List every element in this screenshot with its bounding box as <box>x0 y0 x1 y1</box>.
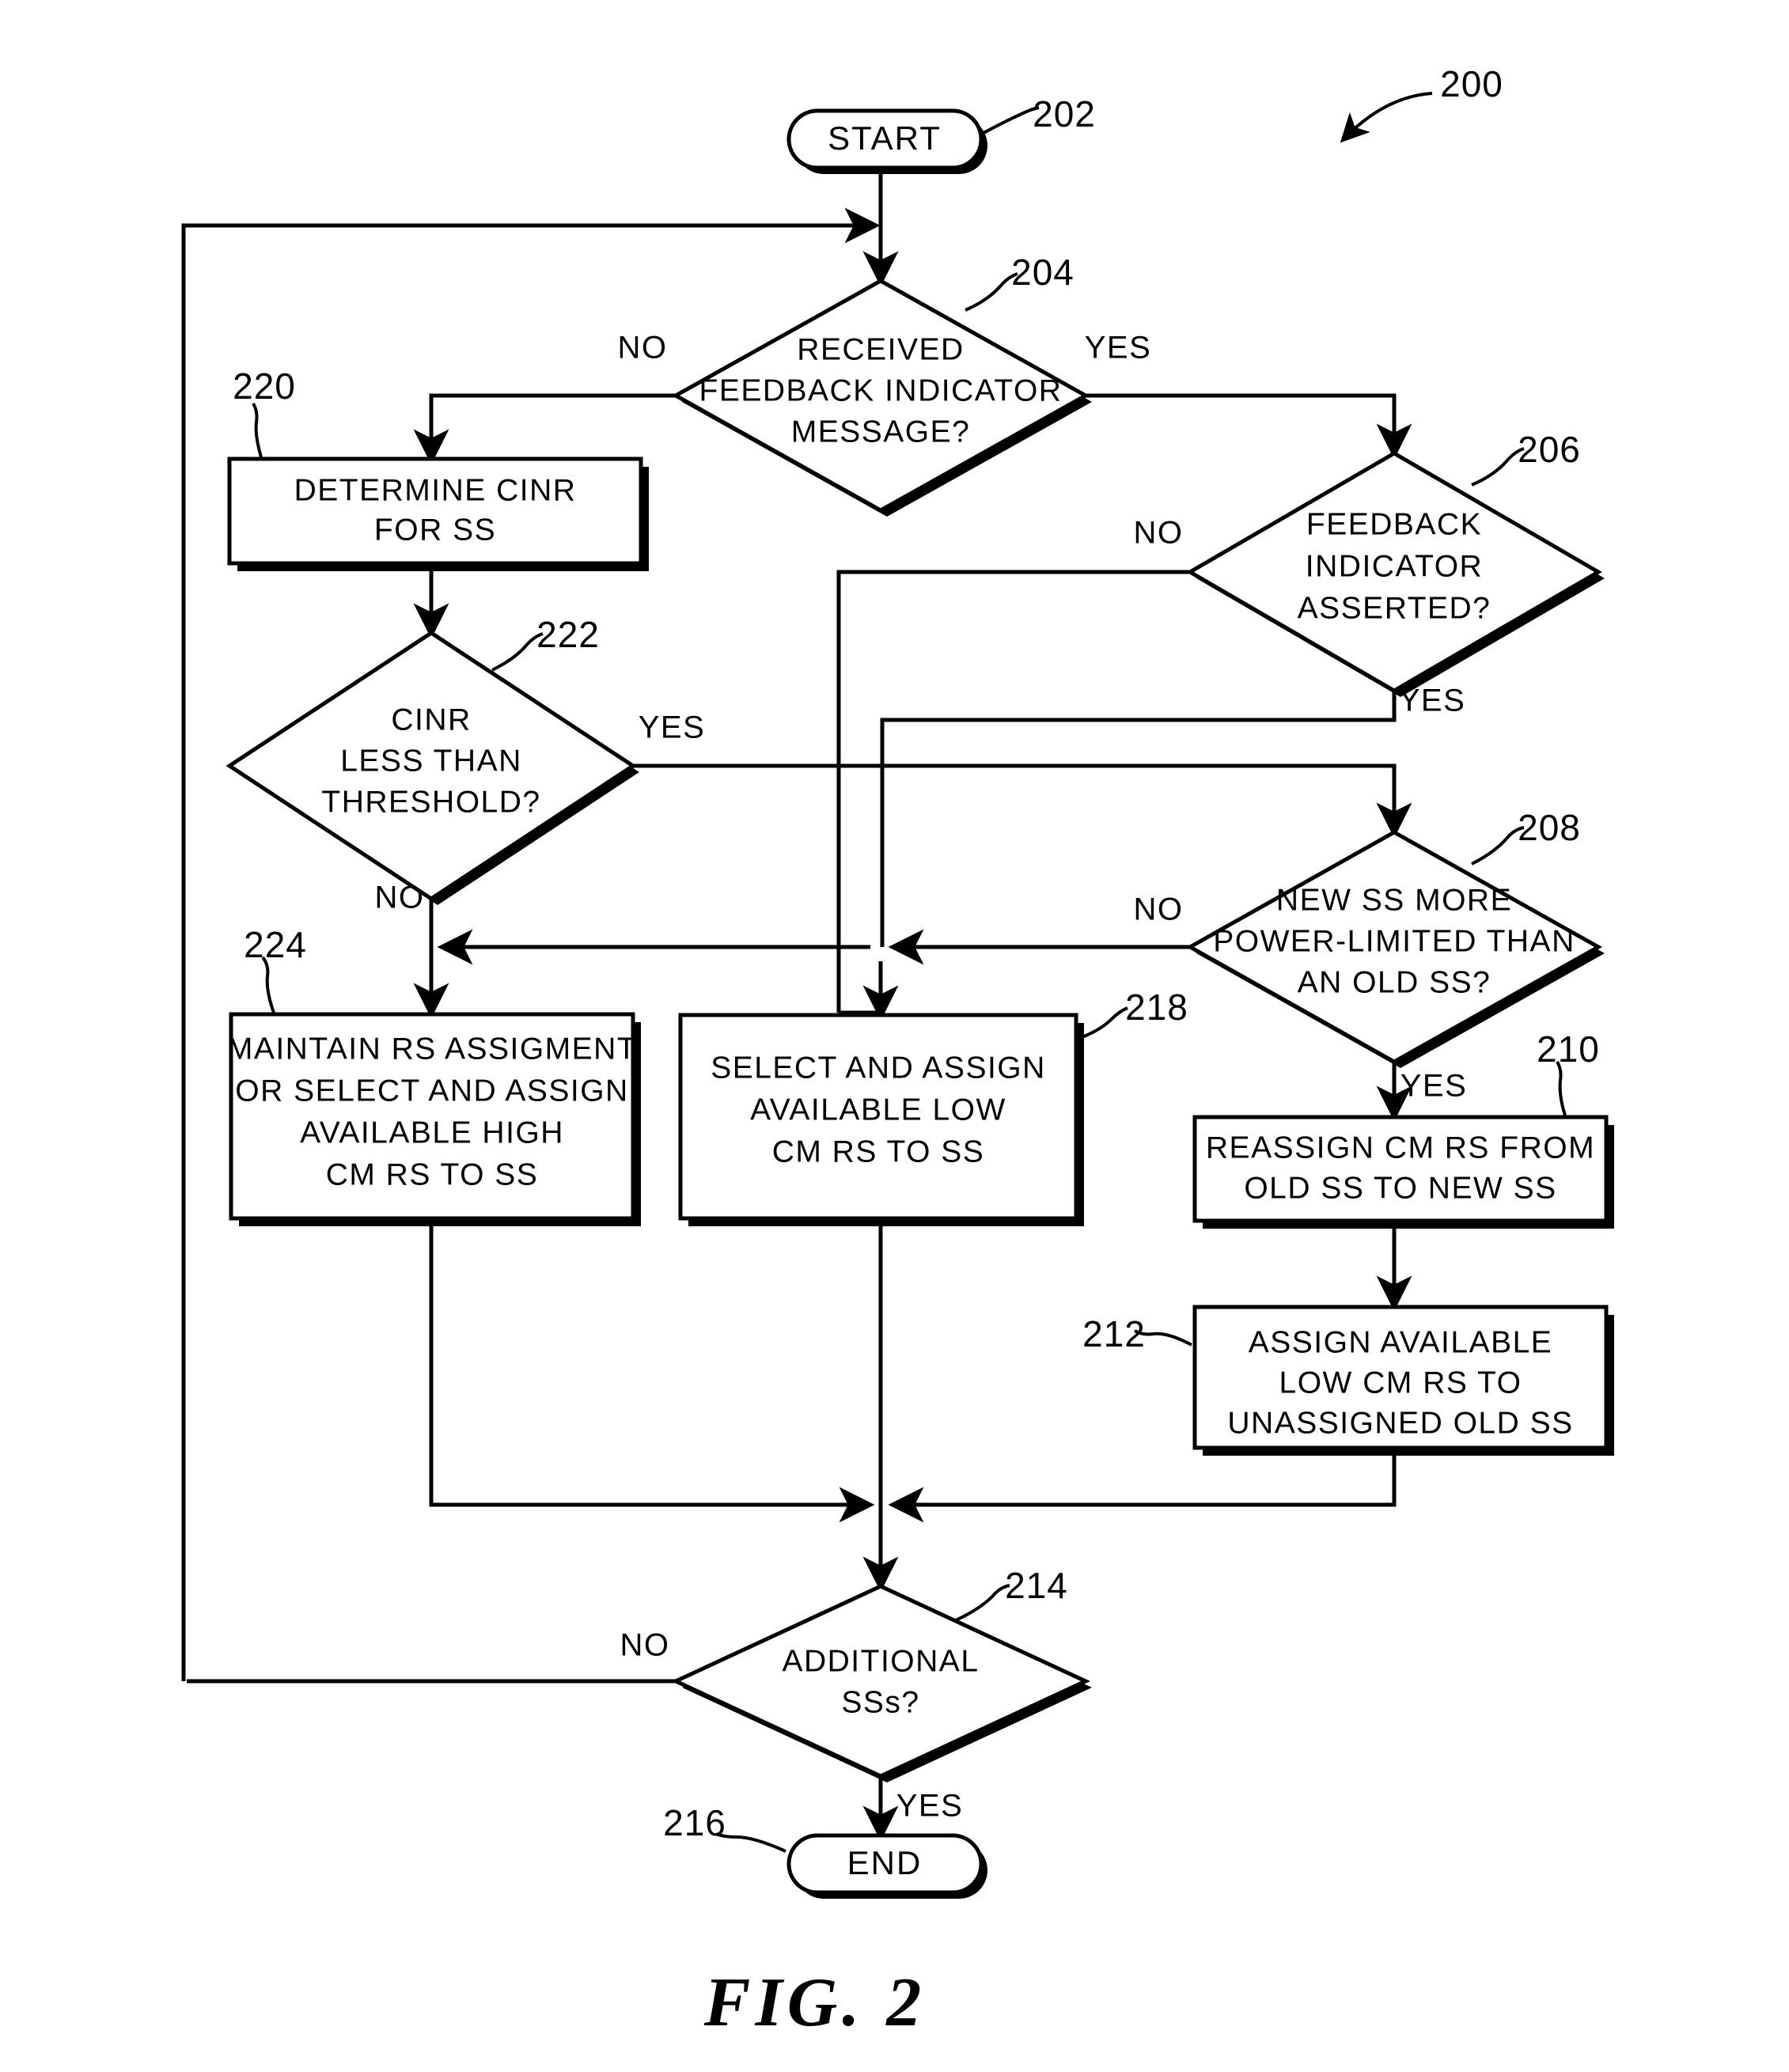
d208-line-3: AN OLD SS? <box>1298 965 1491 999</box>
ref-204: 204 <box>1011 252 1075 293</box>
d206-line-3: ASSERTED? <box>1298 591 1491 625</box>
ref-212: 212 <box>1082 1313 1146 1354</box>
p210-line-1: REASSIGN CM RS FROM <box>1206 1131 1595 1165</box>
p212-line-2: LOW CM RS TO <box>1279 1366 1522 1400</box>
node-process-210[interactable]: REASSIGN CM RS FROM OLD SS TO NEW SS <box>1192 1115 1614 1229</box>
d208-line-2: POWER-LIMITED THAN <box>1213 924 1575 958</box>
p224-line-3: AVAILABLE HIGH <box>300 1116 564 1150</box>
node-end-216[interactable]: END <box>786 1833 987 1899</box>
d204-line-1: RECEIVED <box>797 332 964 366</box>
node-start-202[interactable]: START <box>786 108 987 174</box>
ref-216: 216 <box>663 1802 726 1843</box>
ref-214: 214 <box>1005 1565 1068 1606</box>
p218-line-2: AVAILABLE LOW <box>750 1093 1006 1127</box>
p218-line-3: CM RS TO SS <box>772 1134 985 1169</box>
ref-220: 220 <box>233 366 296 407</box>
ref-210: 210 <box>1537 1028 1600 1070</box>
branch-206-no: NO <box>1134 516 1184 551</box>
d206-line-2: INDICATOR <box>1306 549 1483 583</box>
ref-218: 218 <box>1125 987 1188 1028</box>
d204-line-3: MESSAGE? <box>791 415 971 449</box>
ref-208: 208 <box>1518 807 1581 848</box>
p212-line-3: UNASSIGNED OLD SS <box>1227 1406 1573 1440</box>
branch-222-no: NO <box>375 881 425 915</box>
p220-line-1: DETERMINE CINR <box>294 473 577 507</box>
ref-222: 222 <box>536 614 600 655</box>
branch-214-no: NO <box>620 1628 670 1663</box>
branch-204-no: NO <box>618 331 668 366</box>
ref-202: 202 <box>1033 93 1096 134</box>
d222-line-3: THRESHOLD? <box>321 785 540 819</box>
branch-204-yes: YES <box>1085 331 1152 366</box>
figure-caption: FIG. 2 <box>703 1964 927 2041</box>
flowchart-figure: START 202 200 RECEIVED FEEDBACK INDICATO… <box>0 0 1789 2072</box>
p218-line-1: SELECT AND ASSIGN <box>711 1051 1046 1085</box>
p220-line-2: FOR SS <box>374 513 496 547</box>
ref-206: 206 <box>1518 429 1581 470</box>
d214-line-2: SSs? <box>841 1685 919 1719</box>
d222-line-1: CINR <box>391 703 471 737</box>
start-label: START <box>828 119 942 157</box>
node-process-220[interactable]: DETERMINE CINR FOR SS <box>227 456 649 571</box>
node-process-218[interactable]: SELECT AND ASSIGN AVAILABLE LOW CM RS TO… <box>678 1013 1084 1226</box>
d206-line-1: FEEDBACK <box>1306 507 1482 541</box>
branch-208-no: NO <box>1134 892 1184 927</box>
ref-224: 224 <box>244 924 307 965</box>
p224-line-2: OR SELECT AND ASSIGN <box>235 1074 628 1108</box>
ref-200: 200 <box>1440 63 1503 104</box>
p212-line-1: ASSIGN AVAILABLE <box>1249 1325 1553 1359</box>
end-label: END <box>847 1844 923 1881</box>
branch-214-yes: YES <box>896 1789 964 1824</box>
node-process-224[interactable]: MAINTAIN RS ASSIGMENT OR SELECT AND ASSI… <box>227 1012 641 1226</box>
p224-line-4: CM RS TO SS <box>326 1157 539 1191</box>
d204-line-2: FEEDBACK INDICATOR <box>699 373 1063 407</box>
d222-line-2: LESS THAN <box>340 744 522 778</box>
p224-line-1: MAINTAIN RS ASSIGMENT <box>227 1032 637 1066</box>
d208-line-1: NEW SS MORE <box>1276 883 1512 917</box>
d214-line-1: ADDITIONAL <box>782 1644 979 1678</box>
branch-222-yes: YES <box>639 710 706 745</box>
node-process-212[interactable]: ASSIGN AVAILABLE LOW CM RS TO UNASSIGNED… <box>1192 1305 1614 1456</box>
branch-208-yes: YES <box>1400 1069 1468 1104</box>
branch-206-yes: YES <box>1399 684 1466 718</box>
p210-line-2: OLD SS TO NEW SS <box>1244 1171 1556 1205</box>
